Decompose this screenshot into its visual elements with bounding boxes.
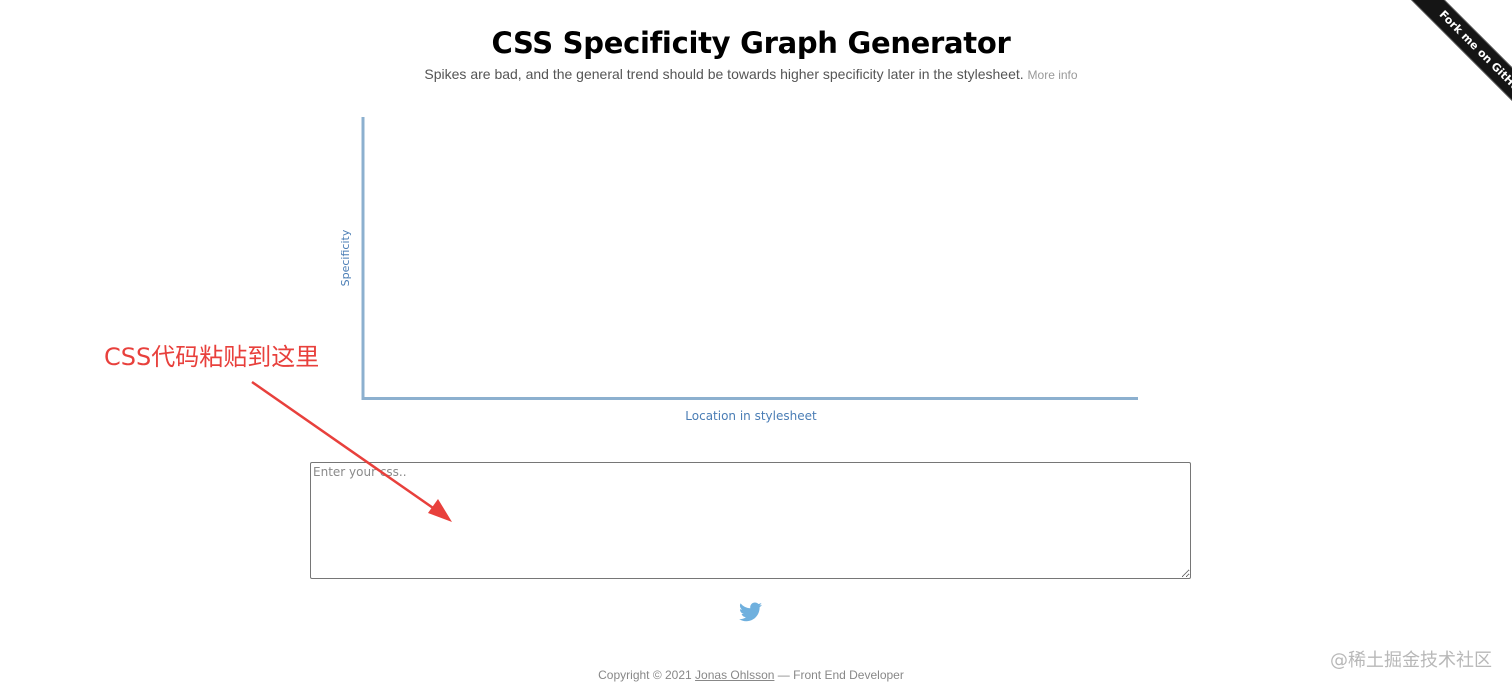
y-axis-label: Specificity	[339, 229, 352, 286]
css-input[interactable]	[310, 462, 1191, 579]
twitter-share-button[interactable]	[739, 602, 762, 622]
author-link[interactable]: Jonas Ohlsson	[695, 668, 774, 682]
watermark: @稀土掘金技术社区	[1330, 650, 1492, 671]
page-subtitle: Spikes are bad, and the general trend sh…	[0, 66, 1502, 82]
specificity-chart: Specificity Location in stylesheet	[339, 117, 1138, 423]
footer: Copyright © 2021 Jonas Ohlsson — Front E…	[0, 668, 1502, 682]
page-title: CSS Specificity Graph Generator	[491, 26, 1011, 60]
page: CSS Specificity Graph Generator Spikes a…	[0, 0, 1512, 688]
fork-on-github-link[interactable]: Fork me on GitHub	[1402, 0, 1512, 134]
subtitle-text: Spikes are bad, and the general trend sh…	[424, 66, 1024, 82]
footer-copyright: Copyright © 2021	[598, 668, 692, 682]
twitter-icon	[739, 602, 762, 622]
x-axis-label: Location in stylesheet	[685, 409, 817, 423]
github-ribbon: Fork me on GitHub	[1362, 0, 1512, 150]
more-info-link[interactable]: More info	[1028, 68, 1078, 82]
annotation-label: CSS代码粘贴到这里	[104, 343, 320, 371]
footer-role: — Front End Developer	[777, 668, 904, 682]
